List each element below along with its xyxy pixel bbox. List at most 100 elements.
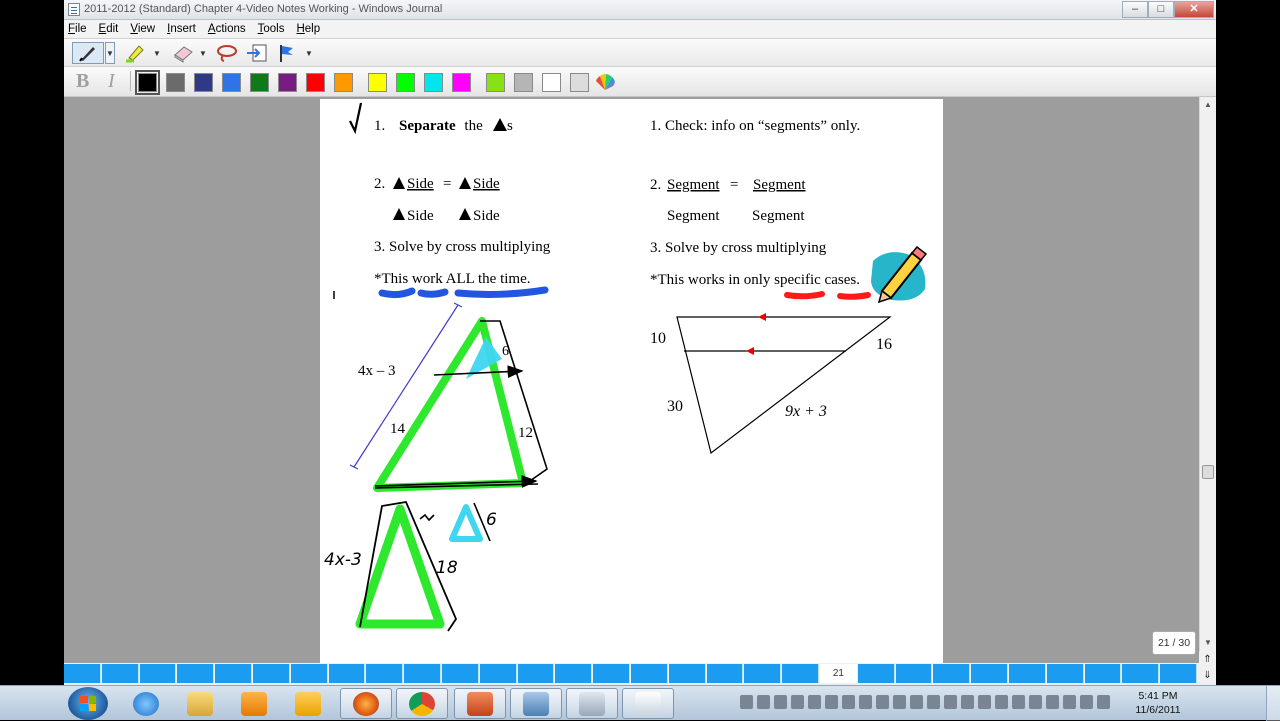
vertical-scrollbar[interactable]: ▲ ▼	[1199, 97, 1216, 663]
maximize-button[interactable]: □	[1148, 1, 1174, 18]
menu-edit[interactable]: Edit	[99, 23, 119, 35]
taskbar-powerpoint[interactable]	[454, 688, 506, 719]
page-tab[interactable]	[139, 664, 177, 683]
taskbar-calculator[interactable]	[566, 688, 618, 719]
menu-view[interactable]: View	[130, 23, 155, 35]
tray-icon[interactable]	[978, 695, 991, 709]
page-tab[interactable]	[1160, 664, 1197, 683]
tray-icon[interactable]	[825, 695, 838, 709]
italic-button[interactable]: I	[108, 70, 115, 93]
tray-icon[interactable]	[1029, 695, 1042, 709]
tray-icon[interactable]	[740, 695, 753, 709]
page-tab[interactable]	[555, 664, 593, 683]
page-tab[interactable]	[971, 664, 1008, 683]
insert-space-button[interactable]	[244, 42, 270, 64]
page-tab[interactable]	[1046, 664, 1084, 683]
color-swatch[interactable]	[334, 73, 353, 92]
tray-icon[interactable]	[876, 695, 889, 709]
page-tab[interactable]	[1122, 664, 1160, 683]
color-swatch[interactable]	[486, 73, 505, 92]
taskbar-clock[interactable]: 5:41 PM 11/6/2011	[1126, 689, 1190, 717]
color-swatch[interactable]	[135, 70, 160, 95]
page-tab[interactable]	[479, 664, 517, 683]
color-swatch[interactable]	[570, 73, 589, 92]
menu-help[interactable]: Help	[296, 23, 320, 35]
tray-icon[interactable]	[774, 695, 787, 709]
color-swatch[interactable]	[222, 73, 241, 92]
page-tab[interactable]	[933, 664, 971, 683]
color-swatch[interactable]	[250, 73, 269, 92]
tray-icon[interactable]	[757, 695, 770, 709]
flag-dropdown[interactable]: ▼	[304, 42, 314, 64]
page-tab[interactable]	[744, 664, 782, 683]
taskbar-internet-explorer[interactable]	[120, 688, 172, 719]
tray-icon[interactable]	[944, 695, 957, 709]
highlighter-button[interactable]	[122, 42, 148, 64]
color-swatch[interactable]	[306, 73, 325, 92]
menu-file[interactable]: File	[68, 23, 87, 35]
minimize-button[interactable]: –	[1122, 1, 1148, 18]
show-desktop-button[interactable]	[1266, 686, 1280, 721]
tray-icon[interactable]	[791, 695, 804, 709]
scroll-up-icon[interactable]: ▲	[1200, 97, 1216, 113]
page-tab[interactable]	[177, 664, 215, 683]
page-tab[interactable]	[290, 664, 328, 683]
page-tab[interactable]	[895, 664, 933, 683]
color-swatch[interactable]	[514, 73, 533, 92]
tray-icon[interactable]	[995, 695, 1008, 709]
flag-button[interactable]	[276, 42, 298, 64]
tray-icon[interactable]	[910, 695, 923, 709]
page-tab[interactable]	[593, 664, 630, 683]
journal-page[interactable]: 1. Separate the s 2. Side = Side Side Si…	[320, 99, 943, 663]
taskbar-journal[interactable]	[510, 688, 562, 719]
pen-tool-button[interactable]	[72, 42, 104, 64]
tray-icon[interactable]	[842, 695, 855, 709]
page-tab[interactable]	[668, 664, 706, 683]
page-tab[interactable]	[857, 664, 895, 683]
previous-page-icon[interactable]: ⇑	[1199, 652, 1216, 668]
eraser-button[interactable]	[170, 42, 196, 64]
color-swatch[interactable]	[278, 73, 297, 92]
more-colors-button[interactable]	[592, 71, 618, 93]
page-tab[interactable]	[366, 664, 404, 683]
network-icon[interactable]	[1063, 695, 1076, 709]
color-swatch[interactable]	[194, 73, 213, 92]
tray-icon[interactable]	[927, 695, 940, 709]
page-tab-current[interactable]: 21	[820, 664, 857, 683]
page-tab[interactable]	[253, 664, 290, 683]
color-swatch[interactable]	[424, 73, 443, 92]
bold-button[interactable]: B	[76, 70, 89, 93]
close-button[interactable]: ✕	[1174, 1, 1214, 18]
scroll-thumb[interactable]	[1202, 465, 1214, 479]
highlighter-dropdown[interactable]: ▼	[152, 42, 162, 64]
color-swatch[interactable]	[542, 73, 561, 92]
start-button[interactable]	[68, 687, 108, 720]
page-tab[interactable]	[517, 664, 555, 683]
taskbar-explorer[interactable]	[174, 688, 226, 719]
color-swatch[interactable]	[166, 73, 185, 92]
page-tab[interactable]	[782, 664, 819, 683]
page-tab[interactable]	[101, 664, 139, 683]
volume-icon[interactable]	[1046, 695, 1059, 709]
eraser-dropdown[interactable]: ▼	[198, 42, 208, 64]
scroll-down-icon[interactable]: ▼	[1200, 635, 1216, 651]
next-page-icon[interactable]: ⇓	[1199, 668, 1216, 684]
taskbar-outlook[interactable]	[282, 688, 334, 719]
page-tab[interactable]	[706, 664, 744, 683]
menu-actions[interactable]: Actions	[208, 23, 246, 35]
taskbar-media-player[interactable]	[228, 688, 280, 719]
page-tab[interactable]	[631, 664, 668, 683]
tray-icon[interactable]	[1012, 695, 1025, 709]
tray-icon[interactable]	[893, 695, 906, 709]
taskbar-paint[interactable]	[622, 688, 674, 719]
color-swatch[interactable]	[452, 73, 471, 92]
tray-icon[interactable]	[859, 695, 872, 709]
page-tab[interactable]	[64, 664, 101, 683]
color-swatch[interactable]	[396, 73, 415, 92]
menu-insert[interactable]: Insert	[167, 23, 196, 35]
action-center-icon[interactable]	[1080, 695, 1093, 709]
page-tab[interactable]	[442, 664, 479, 683]
pen-dropdown[interactable]: ▼	[105, 42, 115, 64]
tray-icon[interactable]	[808, 695, 821, 709]
taskbar-chrome[interactable]	[396, 688, 448, 719]
